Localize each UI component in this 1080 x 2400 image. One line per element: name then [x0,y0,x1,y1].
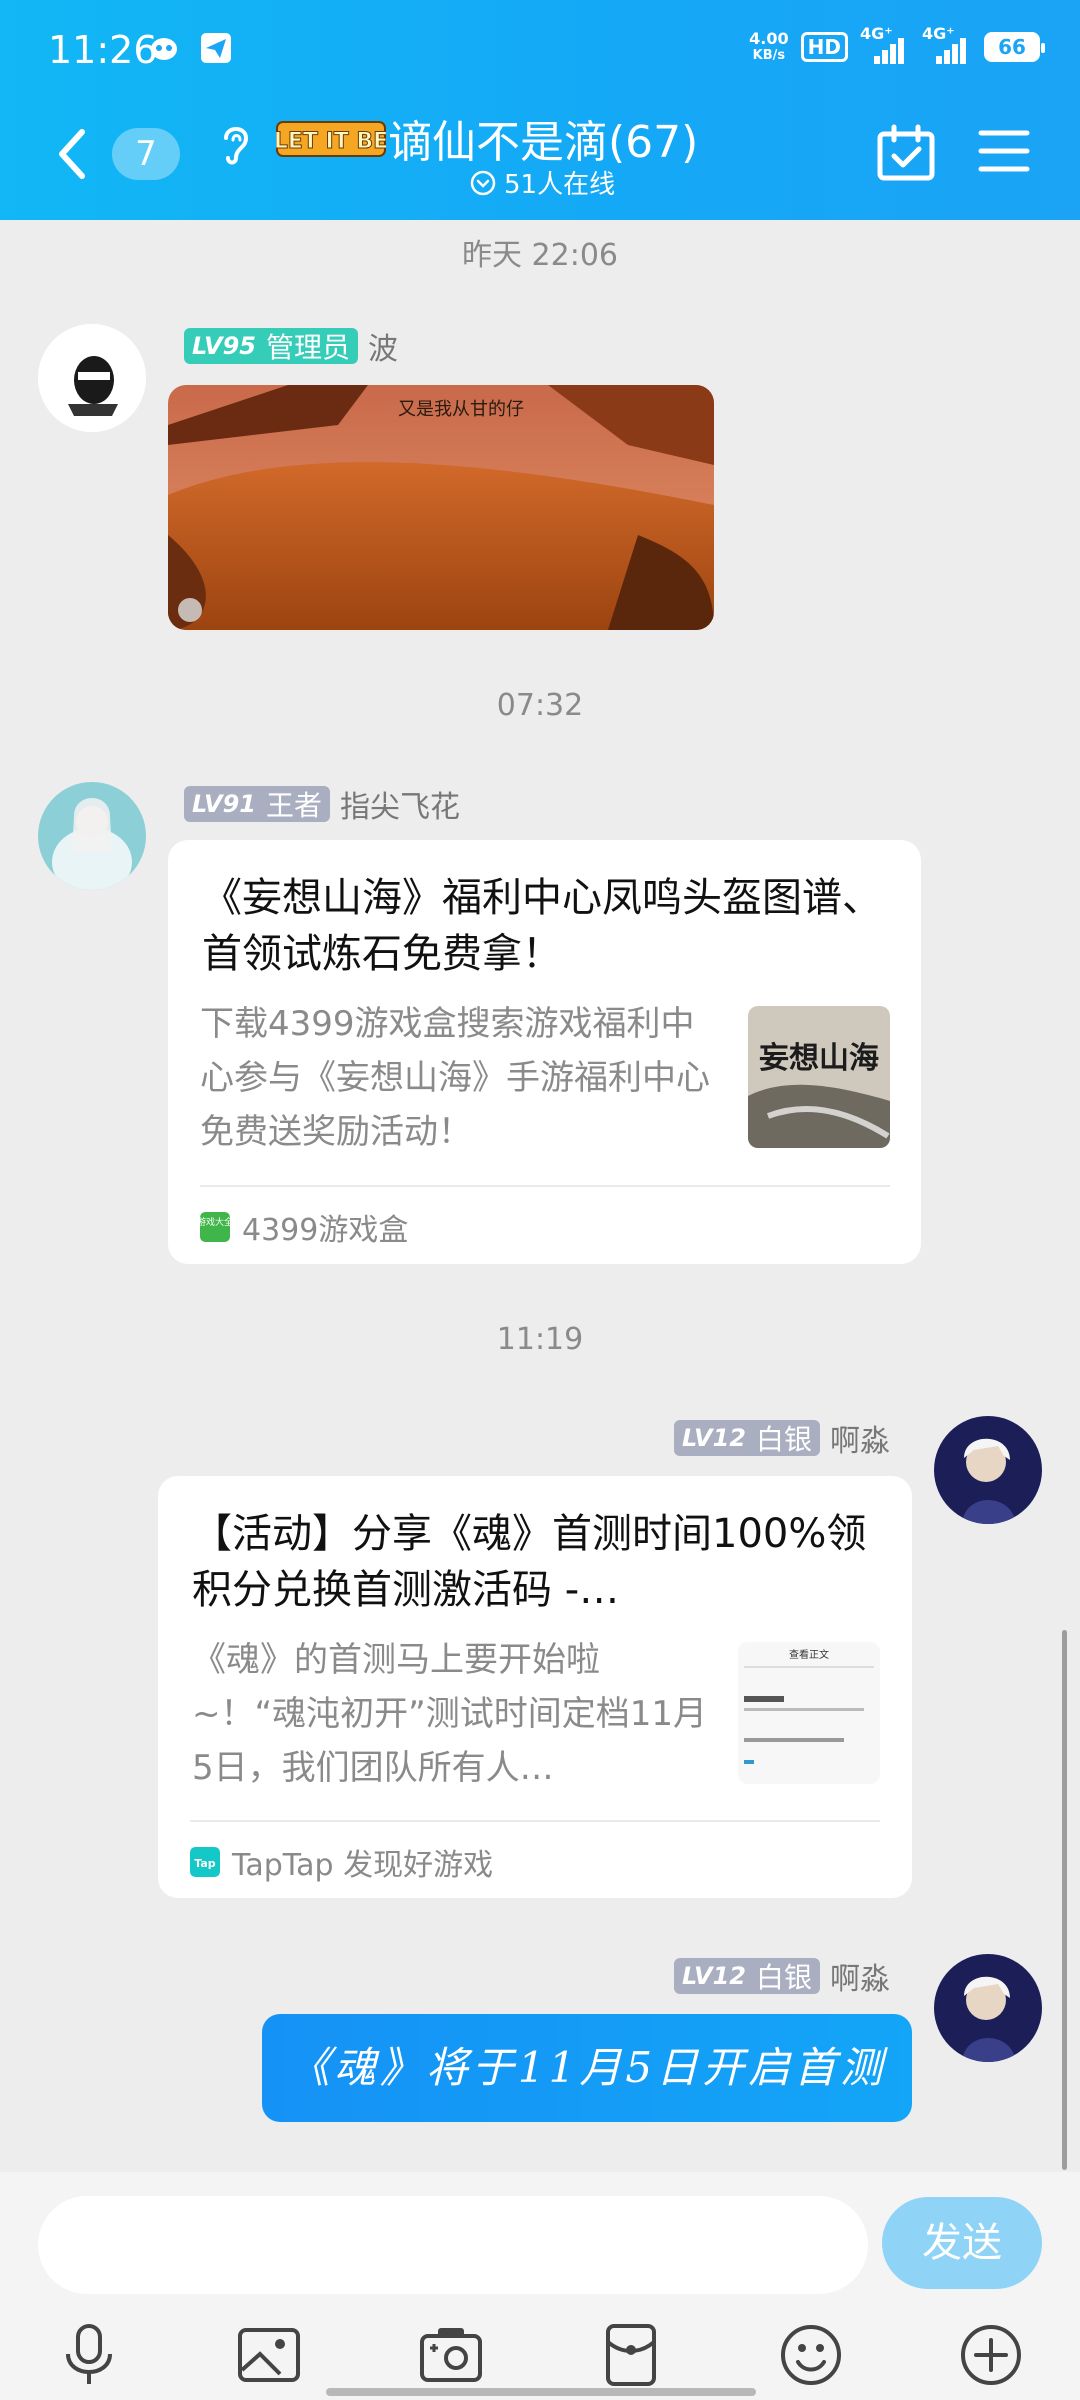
card-divider [190,1820,880,1822]
sender-info: LV12 白银 啊淼 [674,1954,890,1998]
avatar[interactable] [934,1416,1042,1524]
card-divider [200,1185,890,1187]
card-thumbnail: 查看正文 [738,1642,880,1784]
timestamp: 07:32 [496,688,584,723]
home-indicator[interactable] [326,2388,756,2396]
sender-name[interactable]: 啊淼 [830,1954,890,1998]
input-bar: 发送 [0,2172,1080,2400]
group-title[interactable]: 谪仙不是滴(67) [388,106,698,170]
camera-icon[interactable] [418,2322,484,2388]
plus-icon[interactable] [958,2322,1024,2388]
scrollbar[interactable] [1062,1630,1067,2170]
svg-text:又是我从甘的仔: 又是我从甘的仔 [398,399,524,420]
signal-sim2-icon: 4G⁺ [922,24,972,64]
text-message-bubble[interactable]: 《魂》将于11月5日开启首测 [262,2014,912,2122]
level-badge: LV12 白银 [674,1420,820,1456]
level-badge: LV12 白银 [674,1958,820,1994]
card-thumbnail: 妄想山海 [748,1006,890,1148]
app-notification-icon [151,38,177,60]
sender-name[interactable]: 指尖飞花 [340,782,460,826]
battery-icon: 66 [984,32,1045,62]
microphone-icon[interactable] [56,2322,122,2388]
send-notification-icon [201,33,231,63]
card-source: 游戏大全 4399游戏盒 [200,1205,408,1249]
status-time: 11:26 [48,28,158,72]
4399-app-icon: 游戏大全 [200,1212,230,1242]
status-right-group: 4.00 KB/s HD 4G⁺ 4G⁺ 66 [749,24,1045,64]
message-input[interactable] [38,2196,868,2294]
avatar[interactable] [38,782,146,890]
image-message[interactable]: 又是我从甘的仔 [168,385,714,630]
chevron-down-circle-icon [470,170,496,195]
input-toolbar [0,2322,1080,2392]
red-packet-icon[interactable] [598,2322,664,2388]
game-screenshot: 又是我从甘的仔 [168,385,714,630]
share-card[interactable]: 《妄想山海》福利中心凤鸣头盔图谱、首领试炼石免费拿！ 下载4399游戏盒搜索游戏… [168,840,921,1264]
calendar-check-icon[interactable] [876,124,936,182]
ear-mode-icon[interactable] [216,118,256,168]
network-speed: 4.00 KB/s [749,29,789,63]
back-icon[interactable] [48,124,98,184]
timestamp: 11:19 [496,1322,584,1357]
image-icon[interactable] [236,2322,302,2388]
svg-text:Tap: Tap [194,1857,216,1870]
hd-voice-icon: HD [800,32,848,62]
card-description: 下载4399游戏盒搜索游戏福利中心参与《妄想山海》手游福利中心免费送奖励活动！ [200,1004,710,1152]
online-text: 51人在线 [504,170,616,200]
card-title: 【活动】分享《魂》首测时间100%领积分兑换首测激活码 -… [192,1511,867,1613]
card-source-label: 4399游戏盒 [242,1213,409,1248]
share-card[interactable]: 【活动】分享《魂》首测时间100%领积分兑换首测激活码 -… 《魂》的首测马上要… [158,1476,912,1898]
status-bar: 11:26 4.00 KB/s HD 4G⁺ 4G⁺ 66 [0,0,1080,100]
avatar[interactable] [38,324,146,432]
group-logo: LET IT BE [276,121,386,157]
send-button[interactable]: 发送 [882,2197,1042,2289]
chat-header: 11:26 4.00 KB/s HD 4G⁺ 4G⁺ 66 7 LET IT B… [0,0,1080,220]
taptap-app-icon: Tap [190,1847,220,1877]
signal-sim1-icon: 4G⁺ [860,24,910,64]
nav-bar: 7 LET IT BE 谪仙不是滴(67) 51人在线 [0,100,1080,220]
card-source-label: TapTap 发现好游戏 [232,1848,494,1883]
menu-icon[interactable] [978,128,1030,174]
emoji-icon[interactable] [778,2322,844,2388]
avatar[interactable] [934,1954,1042,2062]
svg-text:妄想山海: 妄想山海 [759,1041,879,1076]
level-badge: LV91 王者 [184,786,330,822]
sender-info: LV91 王者 指尖飞花 [184,782,460,826]
avatar-image [38,782,146,890]
sender-info: LV12 白银 啊淼 [674,1416,890,1460]
sender-info: LV95 管理员 波 [184,324,398,368]
card-source: Tap TapTap 发现好游戏 [190,1840,493,1884]
avatar-image [934,1954,1042,2062]
level-badge: LV95 管理员 [184,328,358,364]
svg-text:游戏大全: 游戏大全 [200,1216,230,1228]
card-description: 《魂》的首测马上要开始啦~！“魂沌初开”测试时间定档11月5日，我们团队所有人… [192,1640,707,1788]
avatar-image [38,324,146,432]
card-title: 《妄想山海》福利中心凤鸣头盔图谱、首领试炼石免费拿！ [202,875,882,977]
sender-name[interactable]: 波 [368,324,398,368]
svg-text:查看正文: 查看正文 [789,1648,829,1661]
sender-name[interactable]: 啊淼 [830,1416,890,1460]
unread-badge[interactable]: 7 [112,128,180,180]
online-count[interactable]: 51人在线 [470,164,615,201]
timestamp: 昨天 22:06 [462,238,618,273]
avatar-image [934,1416,1042,1524]
svg-text:LET IT BE: LET IT BE [276,129,386,154]
